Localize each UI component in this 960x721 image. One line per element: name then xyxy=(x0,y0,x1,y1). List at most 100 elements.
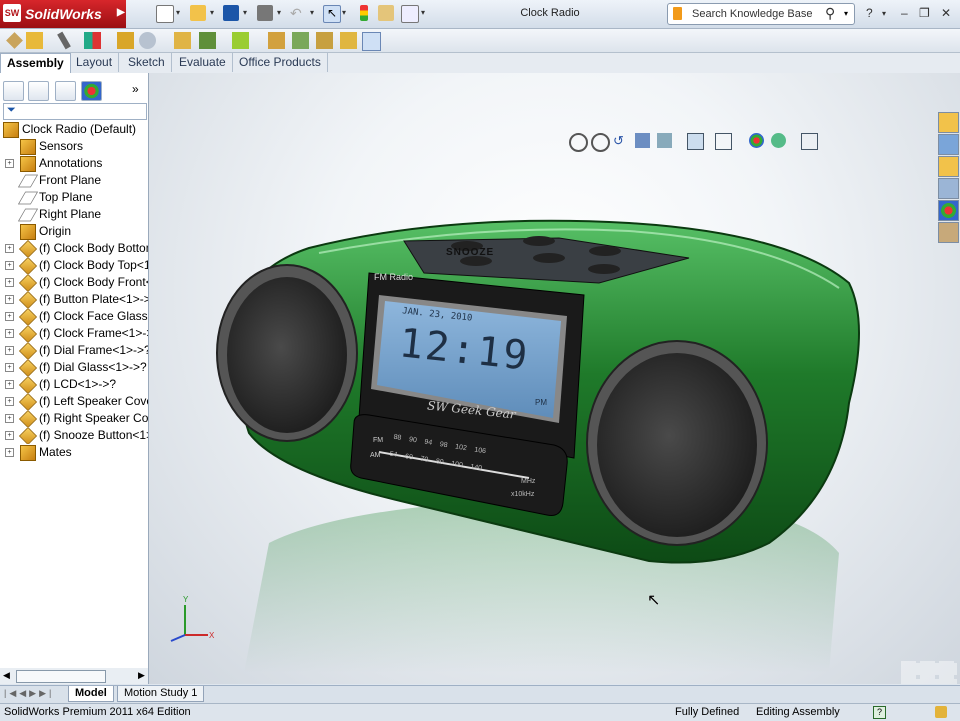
tree-item[interactable]: Front Plane xyxy=(0,172,148,189)
solidworks-menu-button[interactable]: SW SolidWorks ▶ xyxy=(0,0,126,28)
assembly-features-icon[interactable] xyxy=(199,32,216,49)
expand-toggle-icon[interactable]: + xyxy=(5,414,14,423)
expand-toggle-icon[interactable]: + xyxy=(5,329,14,338)
tree-item[interactable]: + Annotations xyxy=(0,155,148,172)
new-dropdown-icon[interactable]: ▾ xyxy=(176,8,180,17)
save-icon[interactable] xyxy=(223,5,239,21)
tab-model[interactable]: Model xyxy=(68,686,114,702)
expand-toggle-icon[interactable]: + xyxy=(5,448,14,457)
open-dropdown-icon[interactable]: ▾ xyxy=(210,8,214,17)
open-folder-icon[interactable] xyxy=(190,5,206,21)
tab-office-products[interactable]: Office Products xyxy=(233,53,328,72)
rebuild-icon[interactable] xyxy=(360,5,368,21)
smart-fasteners-icon[interactable] xyxy=(117,32,134,49)
mate-icon[interactable] xyxy=(57,31,71,50)
tree-item[interactable]: + (f) Dial Glass<1>->? xyxy=(0,359,148,376)
search-knowledge-base-input[interactable]: Search Knowledge Base ⚲ ▾ xyxy=(667,3,855,25)
appearances-scenes-icon[interactable] xyxy=(938,200,959,221)
expand-toggle-icon[interactable]: + xyxy=(5,397,14,406)
expand-toggle-icon[interactable]: + xyxy=(5,159,14,168)
search-dropdown-icon[interactable]: ▾ xyxy=(844,9,848,18)
linear-pattern-icon[interactable] xyxy=(84,32,101,49)
solidworks-resources-icon[interactable] xyxy=(938,112,959,133)
tree-item[interactable]: + (f) LCD<1>->? xyxy=(0,376,148,393)
instant3d-icon[interactable] xyxy=(362,32,381,51)
expand-toggle-icon[interactable]: + xyxy=(5,261,14,270)
tree-item[interactable]: + (f) Left Speaker Cover xyxy=(0,393,148,410)
restore-icon[interactable]: ❐ xyxy=(919,6,930,20)
tree-item[interactable]: + (f) Dial Frame<1>->? xyxy=(0,342,148,359)
tree-item[interactable]: + (f) Button Plate<1>-> xyxy=(0,291,148,308)
tab-evaluate[interactable]: Evaluate xyxy=(173,53,233,72)
configuration-manager-tab-icon[interactable] xyxy=(55,81,76,101)
undo-icon[interactable]: ↶ xyxy=(290,5,306,21)
tree-item[interactable]: + (f) Clock Body Top<1 xyxy=(0,257,148,274)
tree-item[interactable]: + (f) Right Speaker Cove xyxy=(0,410,148,427)
tree-item[interactable]: Origin xyxy=(0,223,148,240)
options-icon[interactable] xyxy=(401,5,419,23)
status-help-icon[interactable]: ? xyxy=(873,706,886,719)
expand-toggle-icon[interactable]: + xyxy=(5,346,14,355)
insert-components-icon[interactable] xyxy=(26,32,43,49)
expand-toggle-icon[interactable]: + xyxy=(5,278,14,287)
graphics-area[interactable]: ↺ – ❐ ✕ xyxy=(149,73,960,684)
tree-item[interactable]: Sensors xyxy=(0,138,148,155)
expand-toggle-icon[interactable]: + xyxy=(5,431,14,440)
display-manager-tab-icon[interactable] xyxy=(81,81,102,101)
file-properties-icon[interactable] xyxy=(378,5,394,21)
tree-item[interactable]: + (f) Clock Face Glass<1 xyxy=(0,308,148,325)
expand-toggle-icon[interactable]: + xyxy=(5,312,14,321)
tab-layout[interactable]: Layout xyxy=(70,53,120,72)
filter-funnel-icon[interactable]: ⏷ xyxy=(7,104,16,117)
scrollbar-thumb[interactable] xyxy=(16,670,106,683)
tree-item[interactable]: Top Plane xyxy=(0,189,148,206)
minimize-icon[interactable]: – xyxy=(901,6,908,20)
tree-root-assembly[interactable]: Clock Radio (Default) xyxy=(0,121,148,138)
print-icon[interactable] xyxy=(257,5,273,21)
tree-item[interactable]: + (f) Clock Frame<1>-> xyxy=(0,325,148,342)
reference-geometry-icon[interactable] xyxy=(232,32,249,49)
feature-manager-tab-icon[interactable] xyxy=(3,81,24,101)
search-icon[interactable]: ⚲ xyxy=(825,5,835,22)
tree-item[interactable]: + (f) Clock Body Bottom xyxy=(0,240,148,257)
options-dropdown-icon[interactable]: ▾ xyxy=(421,8,425,17)
custom-properties-icon[interactable] xyxy=(938,222,959,243)
scroll-right-icon[interactable]: ▶ xyxy=(138,670,145,681)
explode-line-sketch-icon[interactable] xyxy=(340,32,357,49)
move-component-icon[interactable] xyxy=(139,32,156,49)
tab-navigation-arrows-icon[interactable]: |◀◀▶▶| xyxy=(4,688,54,699)
panel-horizontal-scrollbar[interactable]: ◀ ▶ xyxy=(0,668,148,684)
exploded-view-icon[interactable] xyxy=(316,32,333,49)
expand-toggle-icon[interactable]: + xyxy=(5,380,14,389)
expand-toggle-icon[interactable]: + xyxy=(5,244,14,253)
new-document-icon[interactable] xyxy=(156,5,174,23)
tab-assembly[interactable]: Assembly xyxy=(0,53,71,73)
expand-panel-chevron-icon[interactable]: » xyxy=(132,82,139,96)
show-hidden-icon[interactable] xyxy=(174,32,191,49)
tree-filter-field[interactable]: ⏷ xyxy=(3,103,147,120)
property-manager-tab-icon[interactable] xyxy=(28,81,49,101)
file-explorer-icon[interactable] xyxy=(938,156,959,177)
help-dropdown-icon[interactable]: ▾ xyxy=(882,9,886,18)
bill-of-materials-icon[interactable] xyxy=(292,32,309,49)
view-palette-icon[interactable] xyxy=(938,178,959,199)
tree-item[interactable]: + (f) Snooze Button<1> xyxy=(0,427,148,444)
tab-sketch[interactable]: Sketch xyxy=(122,53,172,72)
undo-dropdown-icon[interactable]: ▾ xyxy=(310,8,314,17)
close-icon[interactable]: ✕ xyxy=(941,6,951,20)
expand-toggle-icon[interactable]: + xyxy=(5,363,14,372)
new-motion-study-icon[interactable] xyxy=(268,32,285,49)
expand-toggle-icon[interactable]: + xyxy=(5,295,14,304)
tab-motion-study-1[interactable]: Motion Study 1 xyxy=(117,686,205,702)
tree-item[interactable]: Right Plane xyxy=(0,206,148,223)
help-icon[interactable]: ? xyxy=(866,6,873,20)
scroll-left-icon[interactable]: ◀ xyxy=(3,670,10,681)
select-dropdown-icon[interactable]: ▾ xyxy=(342,8,346,17)
rebuild-notification-icon[interactable] xyxy=(935,706,947,718)
save-dropdown-icon[interactable]: ▾ xyxy=(243,8,247,17)
design-library-icon[interactable] xyxy=(938,134,959,155)
tree-item[interactable]: + Mates xyxy=(0,444,148,461)
tree-item[interactable]: + (f) Clock Body Front< xyxy=(0,274,148,291)
select-cursor-icon[interactable]: ↖ xyxy=(323,5,341,23)
print-dropdown-icon[interactable]: ▾ xyxy=(277,8,281,17)
